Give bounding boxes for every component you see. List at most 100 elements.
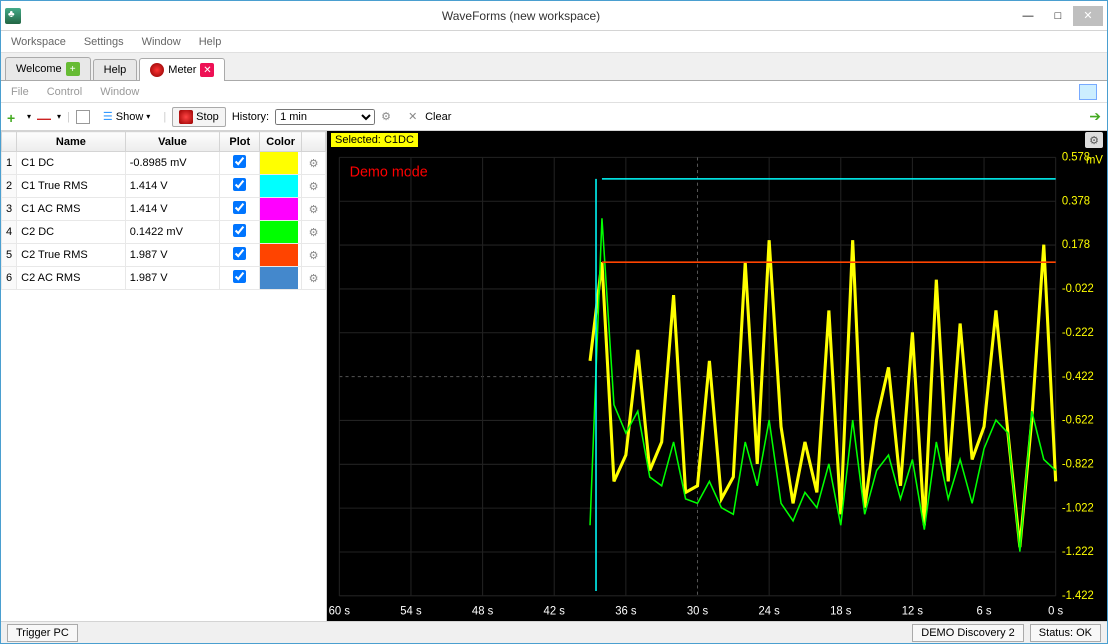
color-swatch[interactable] [260, 175, 298, 197]
submenu-file[interactable]: File [11, 86, 29, 98]
titlebar: WaveForms (new workspace) — □ ✕ [1, 1, 1107, 31]
y-tick: -1.022 [1062, 502, 1094, 514]
col-idx [2, 132, 17, 152]
table-row[interactable]: 4C2 DC0.1422 mV⚙ [2, 221, 326, 244]
row-index: 1 [2, 152, 17, 175]
x-tick: 42 s [544, 606, 566, 618]
main-menubar: Workspace Settings Window Help [1, 31, 1107, 53]
row-index: 5 [2, 244, 17, 267]
row-value: 1.987 V [125, 244, 220, 267]
submenu-window[interactable]: Window [100, 86, 139, 98]
trigger-button[interactable]: Trigger PC [7, 624, 78, 642]
color-swatch[interactable] [260, 244, 298, 266]
table-row[interactable]: 1C1 DC-0.8985 mV ⚙ [2, 152, 326, 175]
y-tick: -1.422 [1062, 590, 1094, 602]
y-tick: -0.022 [1062, 283, 1094, 295]
run-arrow-icon[interactable]: ➔ [1089, 108, 1101, 125]
plot-checkbox[interactable] [233, 178, 246, 191]
table-row[interactable]: 3C1 AC RMS1.414 V⚙ [2, 198, 326, 221]
y-tick: -0.422 [1062, 371, 1094, 383]
color-swatch[interactable] [260, 221, 298, 243]
cursor-icon[interactable] [76, 110, 90, 124]
pane-icon[interactable] [1079, 84, 1097, 100]
close-button[interactable]: ✕ [1073, 6, 1103, 26]
x-tick: 6 s [977, 606, 992, 618]
chart-gear-button[interactable]: ⚙ [1085, 132, 1103, 148]
row-gear-icon[interactable]: ⚙ [309, 227, 319, 239]
table-row[interactable]: 2C1 True RMS1.414 V⚙ [2, 175, 326, 198]
plot-checkbox[interactable] [233, 201, 246, 214]
menu-window[interactable]: Window [142, 36, 181, 48]
show-button[interactable]: ☰ Show▾ [96, 107, 157, 126]
tab-meter[interactable]: Meter ✕ [139, 58, 225, 81]
device-button[interactable]: DEMO Discovery 2 [912, 624, 1024, 642]
table-row[interactable]: 6C2 AC RMS1.987 V ⚙ [2, 267, 326, 290]
row-value: 1.987 V [125, 267, 220, 290]
row-name: C2 AC RMS [17, 267, 126, 290]
row-name: C1 DC [17, 152, 126, 175]
col-color[interactable]: Color [260, 132, 302, 152]
selected-chip: Selected: C1DC [331, 133, 418, 147]
chart-svg[interactable]: Demo modemV0.5780.3780.178-0.022-0.222-0… [327, 149, 1107, 621]
menu-settings[interactable]: Settings [84, 36, 124, 48]
plus-icon: + [66, 62, 80, 76]
submenu-control[interactable]: Control [47, 86, 82, 98]
maximize-button[interactable]: □ [1043, 6, 1073, 26]
measurements-table: Name Value Plot Color 1C1 DC-0.8985 mV⚙2… [1, 131, 326, 290]
row-index: 3 [2, 198, 17, 221]
demo-mode-label: Demo mode [350, 164, 428, 180]
row-gear-icon[interactable]: ⚙ [309, 273, 319, 285]
menu-help[interactable]: Help [199, 36, 222, 48]
y-tick: 0.378 [1062, 195, 1090, 207]
row-value: 1.414 V [125, 198, 220, 221]
col-plot[interactable]: Plot [220, 132, 260, 152]
row-index: 4 [2, 221, 17, 244]
row-name: C2 DC [17, 221, 126, 244]
color-swatch[interactable] [260, 267, 298, 289]
x-tick: 36 s [615, 606, 637, 618]
tab-help[interactable]: Help [93, 59, 138, 80]
row-gear-icon[interactable]: ⚙ [309, 158, 319, 170]
y-tick: -0.622 [1062, 415, 1094, 427]
row-name: C1 True RMS [17, 175, 126, 198]
menu-workspace[interactable]: Workspace [11, 36, 66, 48]
tab-label: Help [104, 64, 127, 76]
y-tick: -1.222 [1062, 546, 1094, 558]
plot-checkbox[interactable] [233, 224, 246, 237]
col-value[interactable]: Value [125, 132, 220, 152]
history-select[interactable]: 1 min [275, 109, 375, 125]
app-icon [5, 8, 21, 24]
tab-welcome[interactable]: Welcome + [5, 57, 91, 80]
meter-icon [150, 63, 164, 77]
x-tick: 12 s [902, 606, 924, 618]
stop-button[interactable]: Stop [172, 107, 226, 127]
col-name[interactable]: Name [17, 132, 126, 152]
toolbar: +▾ —▾ | ☰ Show▾ | Stop History: 1 min ⚙ … [1, 103, 1107, 131]
sub-menubar: File Control Window [1, 81, 1107, 103]
color-swatch[interactable] [260, 152, 298, 174]
row-gear-icon[interactable]: ⚙ [309, 250, 319, 262]
minimize-button[interactable]: — [1013, 6, 1043, 26]
row-gear-icon[interactable]: ⚙ [309, 181, 319, 193]
x-tick: 24 s [758, 606, 780, 618]
row-index: 6 [2, 267, 17, 290]
close-icon[interactable]: ✕ [200, 63, 214, 77]
row-value: -0.8985 mV [125, 152, 220, 175]
list-icon: ☰ [103, 110, 113, 123]
remove-button[interactable]: — [37, 110, 51, 124]
chart-header: Selected: C1DC ⚙ [327, 131, 1107, 149]
series-line [590, 240, 1056, 547]
add-button[interactable]: + [7, 110, 21, 124]
status-button[interactable]: Status: OK [1030, 624, 1101, 642]
table-row[interactable]: 5C2 True RMS1.987 V⚙ [2, 244, 326, 267]
color-swatch[interactable] [260, 198, 298, 220]
row-gear-icon[interactable]: ⚙ [309, 204, 319, 216]
window-title: WaveForms (new workspace) [29, 9, 1013, 23]
statusbar: Trigger PC DEMO Discovery 2 Status: OK [1, 621, 1107, 643]
plot-checkbox[interactable] [233, 155, 246, 168]
history-gear-icon[interactable]: ⚙ [381, 110, 395, 124]
plot-checkbox[interactable] [233, 247, 246, 260]
plot-checkbox[interactable] [233, 270, 246, 283]
clear-icon: ✕ [408, 110, 422, 124]
clear-button[interactable]: ✕ Clear [401, 107, 458, 127]
